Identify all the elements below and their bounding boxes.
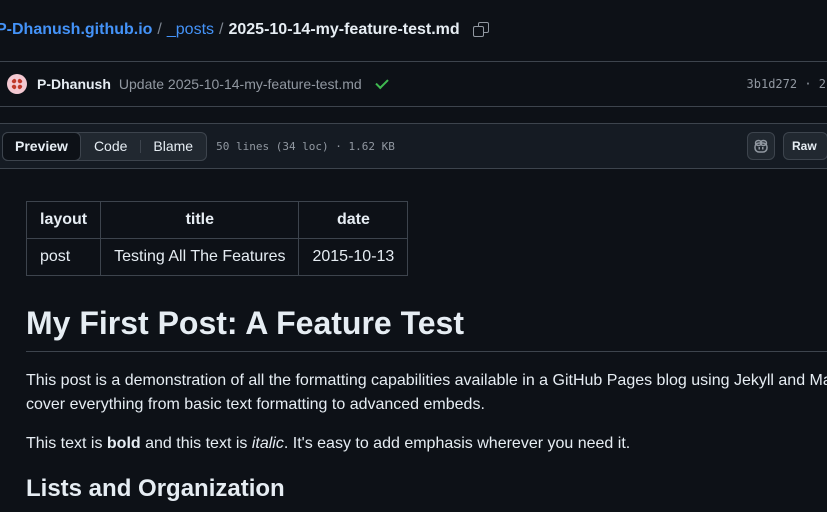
post-title: My First Post: A Feature Test <box>26 303 827 352</box>
markdown-body: layout title date post Testing All The F… <box>25 201 827 505</box>
intro-line-2: cover everything from basic text formatt… <box>26 396 485 413</box>
breadcrumb-dir-link[interactable]: _posts <box>167 21 214 39</box>
view-mode-toggle: Preview Code Blame <box>2 131 208 161</box>
latest-commit-bar: P-Dhanush Update 2025-10-14-my-feature-t… <box>0 61 827 107</box>
table-header-cell: title <box>100 201 300 239</box>
table-cell: post <box>25 238 102 276</box>
table-header-cell: layout <box>25 201 102 239</box>
file-size-info: 50 lines (34 loc) · 1.62 KB <box>216 139 395 153</box>
table-cell: 2015-10-13 <box>298 238 409 276</box>
breadcrumb-separator: / <box>157 21 162 38</box>
file-view-page: P-Dhanush.github.io / _posts / 2025-10-1… <box>0 0 827 512</box>
breadcrumb-repo-link[interactable]: P-Dhanush.github.io <box>0 21 152 39</box>
avatar[interactable] <box>7 74 27 94</box>
commit-message-link[interactable]: Update 2025-10-14-my-feature-test.md <box>119 76 362 92</box>
emphasis-text: This text is <box>26 435 107 452</box>
table-header-cell: date <box>298 201 409 239</box>
file-toolbar: Preview Code Blame 50 lines (34 loc) · 1… <box>0 123 827 169</box>
intro-paragraph: This post is a demonstration of all the … <box>26 369 827 417</box>
tab-blame[interactable]: Blame <box>140 133 206 160</box>
intro-line-1: This post is a demonstration of all the … <box>26 372 827 389</box>
emphasis-text: . It's easy to add emphasis wherever you… <box>283 435 631 452</box>
bold-text: bold <box>106 435 141 452</box>
tab-code[interactable]: Code <box>81 133 140 160</box>
raw-button[interactable]: Raw <box>783 132 827 160</box>
copy-path-icon[interactable] <box>472 21 490 39</box>
copilot-icon[interactable] <box>747 132 775 160</box>
breadcrumb-file-name: 2025-10-14-my-feature-test.md <box>228 21 460 38</box>
italic-text: italic <box>251 435 284 452</box>
emphasis-paragraph: This text is bold and this text is itali… <box>26 432 827 456</box>
breadcrumb: P-Dhanush.github.io / _posts / 2025-10-1… <box>0 19 490 41</box>
table-row: post Testing All The Features 2015-10-13 <box>25 238 409 276</box>
breadcrumb-separator: / <box>219 21 224 38</box>
table-cell: Testing All The Features <box>100 238 300 276</box>
tab-preview[interactable]: Preview <box>2 131 81 161</box>
emphasis-text: and this text is <box>140 435 252 452</box>
section-heading: Lists and Organization <box>26 475 285 502</box>
commit-author-link[interactable]: P-Dhanush <box>37 76 111 92</box>
commit-sha-link[interactable]: 3b1d272 · 2 <box>747 77 826 91</box>
frontmatter-table: layout title date post Testing All The F… <box>25 201 409 276</box>
check-icon[interactable] <box>374 75 389 89</box>
table-header-row: layout title date <box>25 201 409 239</box>
